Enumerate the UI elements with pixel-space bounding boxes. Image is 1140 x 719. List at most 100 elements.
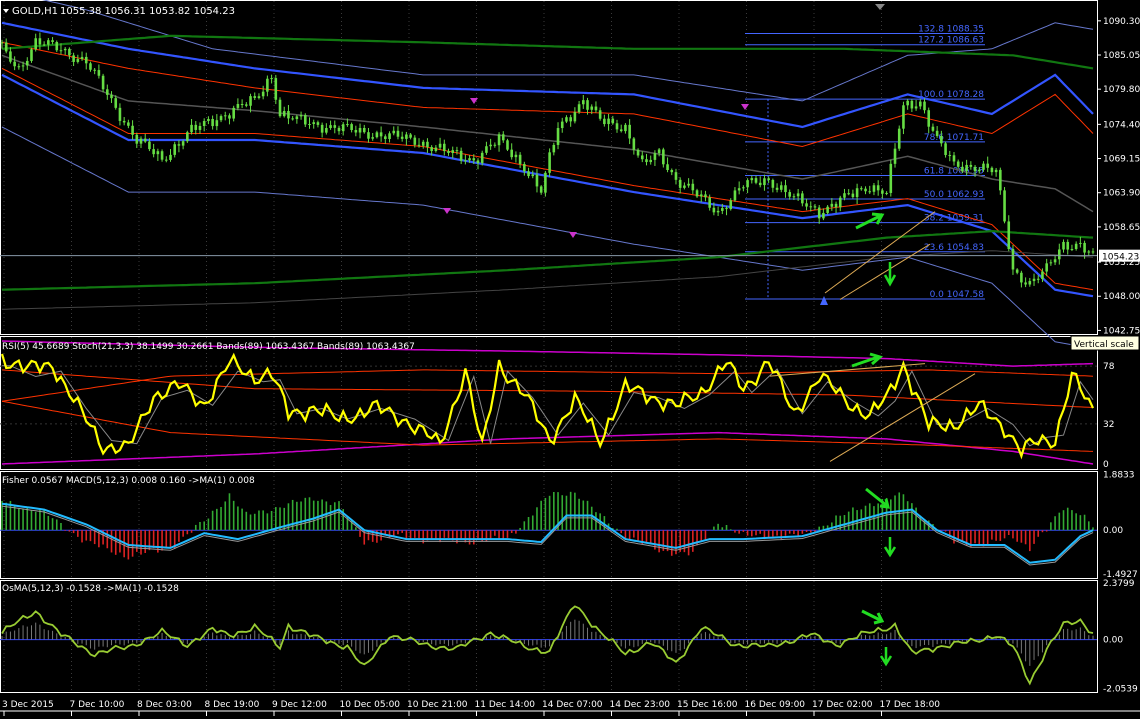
- candle-body: [881, 190, 884, 194]
- candle-body: [704, 194, 707, 198]
- candle-body: [662, 149, 665, 165]
- candle-body: [76, 59, 80, 62]
- candle-body: [47, 40, 50, 45]
- candle-body: [1083, 242, 1086, 253]
- candle-body: [169, 154, 172, 160]
- candle-body: [223, 115, 227, 117]
- candle-body: [1041, 271, 1044, 280]
- candle-body: [211, 118, 214, 127]
- candle-body: [426, 141, 429, 148]
- time-tick-label: 17 Dec 02:00: [812, 700, 873, 710]
- candle-body: [464, 160, 467, 162]
- candle-body: [350, 124, 353, 131]
- candle-body: [240, 103, 244, 105]
- candle-body: [152, 149, 155, 155]
- candle-body: [371, 137, 374, 139]
- price-tick-label: 1058.65: [1103, 223, 1140, 233]
- candle-body: [969, 164, 973, 167]
- candle-body: [476, 160, 480, 164]
- candle-body: [889, 163, 893, 193]
- candle-body: [893, 148, 897, 164]
- candle-body: [518, 154, 522, 164]
- candle-body: [531, 174, 535, 177]
- candle-body: [13, 61, 16, 67]
- trading-chart[interactable]: 3 Dec 2015 7 Dec 10:00 8 Dec 03:00 8 Dec 19…: [0, 0, 1140, 719]
- candle-body: [261, 91, 265, 97]
- candle-body: [801, 193, 804, 204]
- candle-body: [544, 172, 547, 193]
- fibonacci-label: 127.2 1086.63: [918, 36, 984, 46]
- candle-body: [666, 164, 669, 171]
- candle-body: [868, 191, 872, 193]
- candle-body: [84, 56, 88, 64]
- candle-body: [796, 193, 800, 197]
- candle-body: [68, 48, 71, 56]
- candle-body: [830, 203, 834, 207]
- candle-body: [434, 147, 438, 151]
- candle-body: [249, 96, 252, 106]
- candle-body: [287, 110, 290, 119]
- candle-body: [9, 51, 12, 62]
- candle-body: [586, 100, 589, 110]
- time-tick-label: 10 Dec 05:00: [340, 700, 401, 710]
- candle-body: [333, 125, 337, 128]
- candle-body: [640, 155, 644, 160]
- candle-body: [1062, 241, 1065, 250]
- candle-body: [826, 206, 829, 213]
- candle-body: [510, 149, 513, 158]
- candle-body: [409, 134, 412, 138]
- candle-body: [367, 132, 370, 139]
- candle-body: [986, 163, 989, 168]
- candle-body: [805, 203, 808, 207]
- candle-body: [316, 122, 320, 125]
- candle-body: [565, 117, 568, 122]
- candle-body: [341, 124, 345, 132]
- candle-body: [329, 125, 332, 129]
- candle-body: [940, 136, 943, 144]
- rsi-pane-label: RSI(5) 45.6689 Stoch(21,3,3) 38.1499 30.…: [2, 342, 415, 352]
- candle-body: [131, 125, 134, 135]
- candle-body: [1058, 249, 1061, 260]
- candle-body: [653, 153, 657, 160]
- candle-body: [1087, 251, 1091, 253]
- candle-body: [93, 69, 96, 71]
- candle-body: [1028, 281, 1032, 285]
- candle-body: [670, 170, 674, 173]
- time-tick-label: 9 Dec 12:00: [272, 700, 327, 710]
- candle-body: [97, 70, 101, 76]
- candle-body: [1011, 248, 1015, 270]
- candle-body: [278, 99, 282, 117]
- candle-body: [1045, 263, 1048, 272]
- candle-body: [38, 38, 42, 45]
- candle-body: [843, 193, 846, 198]
- candle-body: [636, 149, 640, 156]
- price-tick-label: 1048.00: [1103, 292, 1140, 302]
- candle-body: [902, 105, 905, 129]
- candle-body: [308, 123, 311, 125]
- current-price-value: 1054.23: [1102, 253, 1139, 263]
- candle-body: [876, 185, 880, 191]
- candle-body: [716, 210, 720, 213]
- candle-body: [156, 151, 160, 155]
- candle-body: [442, 143, 446, 152]
- candle-body: [834, 203, 838, 208]
- price-tick-label: 1063.90: [1103, 189, 1140, 199]
- candle-body: [779, 185, 783, 190]
- candle-body: [577, 104, 581, 113]
- rsi-tick-label: 0: [1103, 460, 1109, 470]
- candle-body: [164, 159, 168, 161]
- candle-body: [421, 141, 425, 146]
- candle-body: [864, 188, 867, 192]
- candle-body: [767, 178, 770, 180]
- osma-pane-label: OsMA(5,12,3) -0.1528 ->MA(1) -0.1528: [2, 584, 179, 594]
- candle-body: [1032, 278, 1036, 282]
- candle-body: [708, 197, 711, 208]
- candle-body: [362, 127, 366, 133]
- candle-body: [80, 56, 84, 60]
- candle-body: [746, 180, 749, 188]
- time-tick-label: 8 Dec 03:00: [137, 700, 192, 710]
- candle-body: [742, 187, 745, 189]
- candle-body: [34, 38, 37, 50]
- candle-body: [346, 124, 349, 126]
- time-tick-label: 3 Dec 2015: [2, 700, 54, 710]
